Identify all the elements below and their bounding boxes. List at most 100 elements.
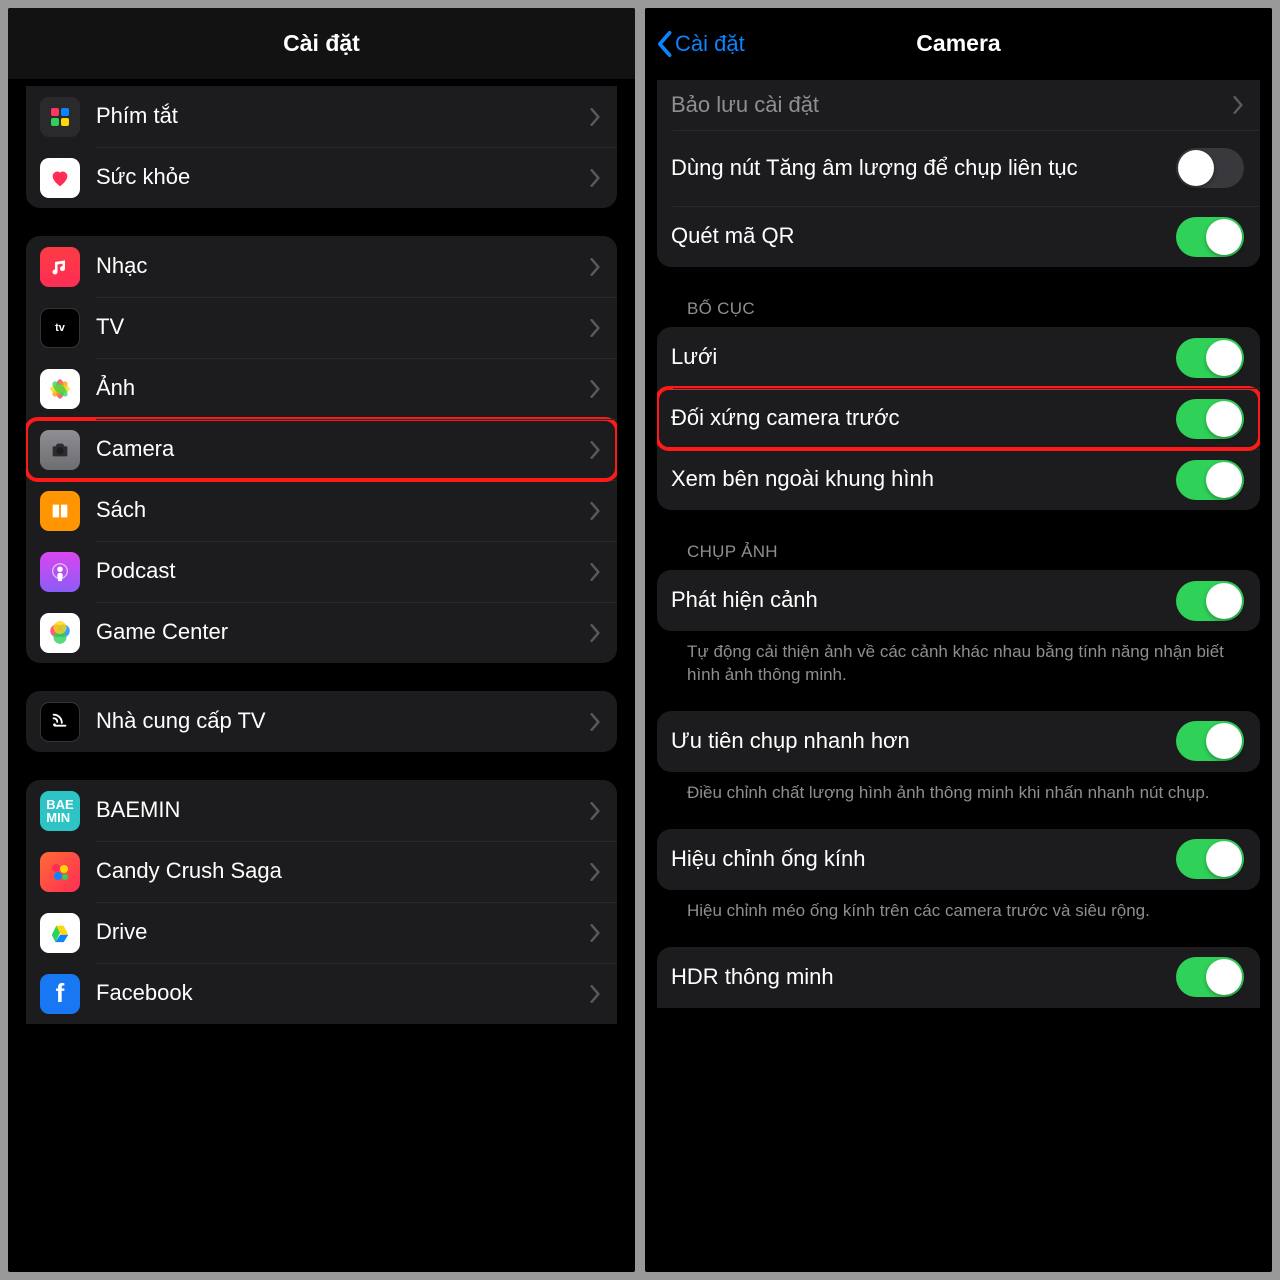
row-label: Ảnh	[96, 374, 589, 403]
row-volume-burst[interactable]: Dùng nút Tăng âm lượng để chụp liên tục	[657, 130, 1260, 206]
music-icon	[40, 247, 80, 287]
row-label: Podcast	[96, 557, 589, 586]
row-shortcuts[interactable]: Phím tắt	[26, 86, 617, 147]
row-label: Hiệu chỉnh ống kính	[671, 845, 1176, 874]
camera-group-0: Bảo lưu cài đặt Dùng nút Tăng âm lượng đ…	[657, 80, 1260, 267]
shortcuts-icon	[40, 97, 80, 137]
facebook-icon: f	[40, 974, 80, 1014]
row-label: Ưu tiên chụp nhanh hơn	[671, 727, 1176, 756]
row-mirror[interactable]: Đối xứng camera trước	[657, 388, 1260, 449]
row-label: Sức khỏe	[96, 163, 589, 192]
toggle-volume-burst[interactable]	[1176, 148, 1244, 188]
settings-title: Cài đặt	[283, 30, 360, 57]
row-scene-detect[interactable]: Phát hiện cảnh	[657, 570, 1260, 631]
row-label: Facebook	[96, 979, 589, 1008]
chevron-right-icon	[1232, 96, 1244, 114]
row-music[interactable]: Nhạc	[26, 236, 617, 297]
gamecenter-icon	[40, 613, 80, 653]
camera-group-scene: Phát hiện cảnh	[657, 570, 1260, 631]
toggle-grid[interactable]	[1176, 338, 1244, 378]
chevron-right-icon	[589, 380, 601, 398]
toggle-fast-shot[interactable]	[1176, 721, 1244, 761]
row-label: Candy Crush Saga	[96, 857, 589, 886]
settings-body: Phím tắt Sức khỏe Nhạc tv TV	[8, 80, 635, 1272]
row-label: Game Center	[96, 618, 589, 647]
chevron-right-icon	[589, 924, 601, 942]
camera-group-fast: Ưu tiên chụp nhanh hơn	[657, 711, 1260, 772]
row-label: TV	[96, 313, 589, 342]
row-candy[interactable]: Candy Crush Saga	[26, 841, 617, 902]
row-camera[interactable]: Camera	[26, 419, 617, 480]
health-icon	[40, 158, 80, 198]
row-qr[interactable]: Quét mã QR	[657, 206, 1260, 267]
row-gamecenter[interactable]: Game Center	[26, 602, 617, 663]
toggle-lens-correction[interactable]	[1176, 839, 1244, 879]
row-health[interactable]: Sức khỏe	[26, 147, 617, 208]
row-preserve[interactable]: Bảo lưu cài đặt	[657, 80, 1260, 130]
chevron-right-icon	[589, 802, 601, 820]
section-header-layout: BỐ CỤC	[657, 267, 1260, 327]
settings-pane: Cài đặt Phím tắt Sức khỏe	[8, 8, 635, 1272]
row-baemin[interactable]: BAEMIN BAEMIN	[26, 780, 617, 841]
chevron-right-icon	[589, 108, 601, 126]
toggle-smart-hdr[interactable]	[1176, 957, 1244, 997]
row-label: Dùng nút Tăng âm lượng để chụp liên tục	[671, 154, 1176, 183]
photos-icon	[40, 369, 80, 409]
tv-icon: tv	[40, 308, 80, 348]
camera-body: Bảo lưu cài đặt Dùng nút Tăng âm lượng đ…	[645, 80, 1272, 1272]
books-icon	[40, 491, 80, 531]
chevron-right-icon	[589, 502, 601, 520]
back-button[interactable]: Cài đặt	[655, 30, 745, 58]
camera-group-layout: Lưới Đối xứng camera trước Xem bên ngoài…	[657, 327, 1260, 510]
row-tvprovider[interactable]: Nhà cung cấp TV	[26, 691, 617, 752]
row-label: Xem bên ngoài khung hình	[671, 465, 1176, 494]
row-photos[interactable]: Ảnh	[26, 358, 617, 419]
row-label: Phát hiện cảnh	[671, 586, 1176, 615]
row-label: Sách	[96, 496, 589, 525]
camera-settings-pane: Cài đặt Camera Bảo lưu cài đặt Dùng nút …	[645, 8, 1272, 1272]
back-label: Cài đặt	[675, 31, 745, 57]
row-label: Đối xứng camera trước	[671, 404, 1176, 433]
chevron-right-icon	[589, 169, 601, 187]
chevron-left-icon	[655, 30, 673, 58]
settings-group-2: Nhà cung cấp TV	[26, 691, 617, 752]
row-fast-shot[interactable]: Ưu tiên chụp nhanh hơn	[657, 711, 1260, 772]
row-label: BAEMIN	[96, 796, 589, 825]
chevron-right-icon	[589, 624, 601, 642]
settings-group-1: Nhạc tv TV Ảnh Camera	[26, 236, 617, 663]
row-drive[interactable]: Drive	[26, 902, 617, 963]
row-label: Camera	[96, 435, 589, 464]
row-label: Nhạc	[96, 252, 589, 281]
row-label: Phím tắt	[96, 102, 589, 131]
row-label: Drive	[96, 918, 589, 947]
row-label: Lưới	[671, 343, 1176, 372]
row-smart-hdr[interactable]: HDR thông minh	[657, 947, 1260, 1008]
row-label: HDR thông minh	[671, 963, 1176, 992]
podcast-icon	[40, 552, 80, 592]
row-books[interactable]: Sách	[26, 480, 617, 541]
chevron-right-icon	[589, 985, 601, 1003]
toggle-qr[interactable]	[1176, 217, 1244, 257]
row-label: Quét mã QR	[671, 222, 1176, 251]
settings-header: Cài đặt	[8, 8, 635, 80]
row-tv[interactable]: tv TV	[26, 297, 617, 358]
camera-title: Camera	[916, 30, 1000, 57]
row-outside-frame[interactable]: Xem bên ngoài khung hình	[657, 449, 1260, 510]
toggle-mirror[interactable]	[1176, 399, 1244, 439]
toggle-outside-frame[interactable]	[1176, 460, 1244, 500]
section-header-capture: CHỤP ẢNH	[657, 510, 1260, 570]
camera-group-hdr: HDR thông minh	[657, 947, 1260, 1008]
drive-icon	[40, 913, 80, 953]
chevron-right-icon	[589, 319, 601, 337]
chevron-right-icon	[589, 258, 601, 276]
settings-group-3: BAEMIN BAEMIN Candy Crush Saga Drive f	[26, 780, 617, 1024]
settings-group-0: Phím tắt Sức khỏe	[26, 86, 617, 208]
row-podcast[interactable]: Podcast	[26, 541, 617, 602]
row-lens-correction[interactable]: Hiệu chỉnh ống kính	[657, 829, 1260, 890]
row-grid[interactable]: Lưới	[657, 327, 1260, 388]
candy-icon	[40, 852, 80, 892]
row-facebook[interactable]: f Facebook	[26, 963, 617, 1024]
chevron-right-icon	[589, 713, 601, 731]
camera-icon	[40, 430, 80, 470]
toggle-scene-detect[interactable]	[1176, 581, 1244, 621]
